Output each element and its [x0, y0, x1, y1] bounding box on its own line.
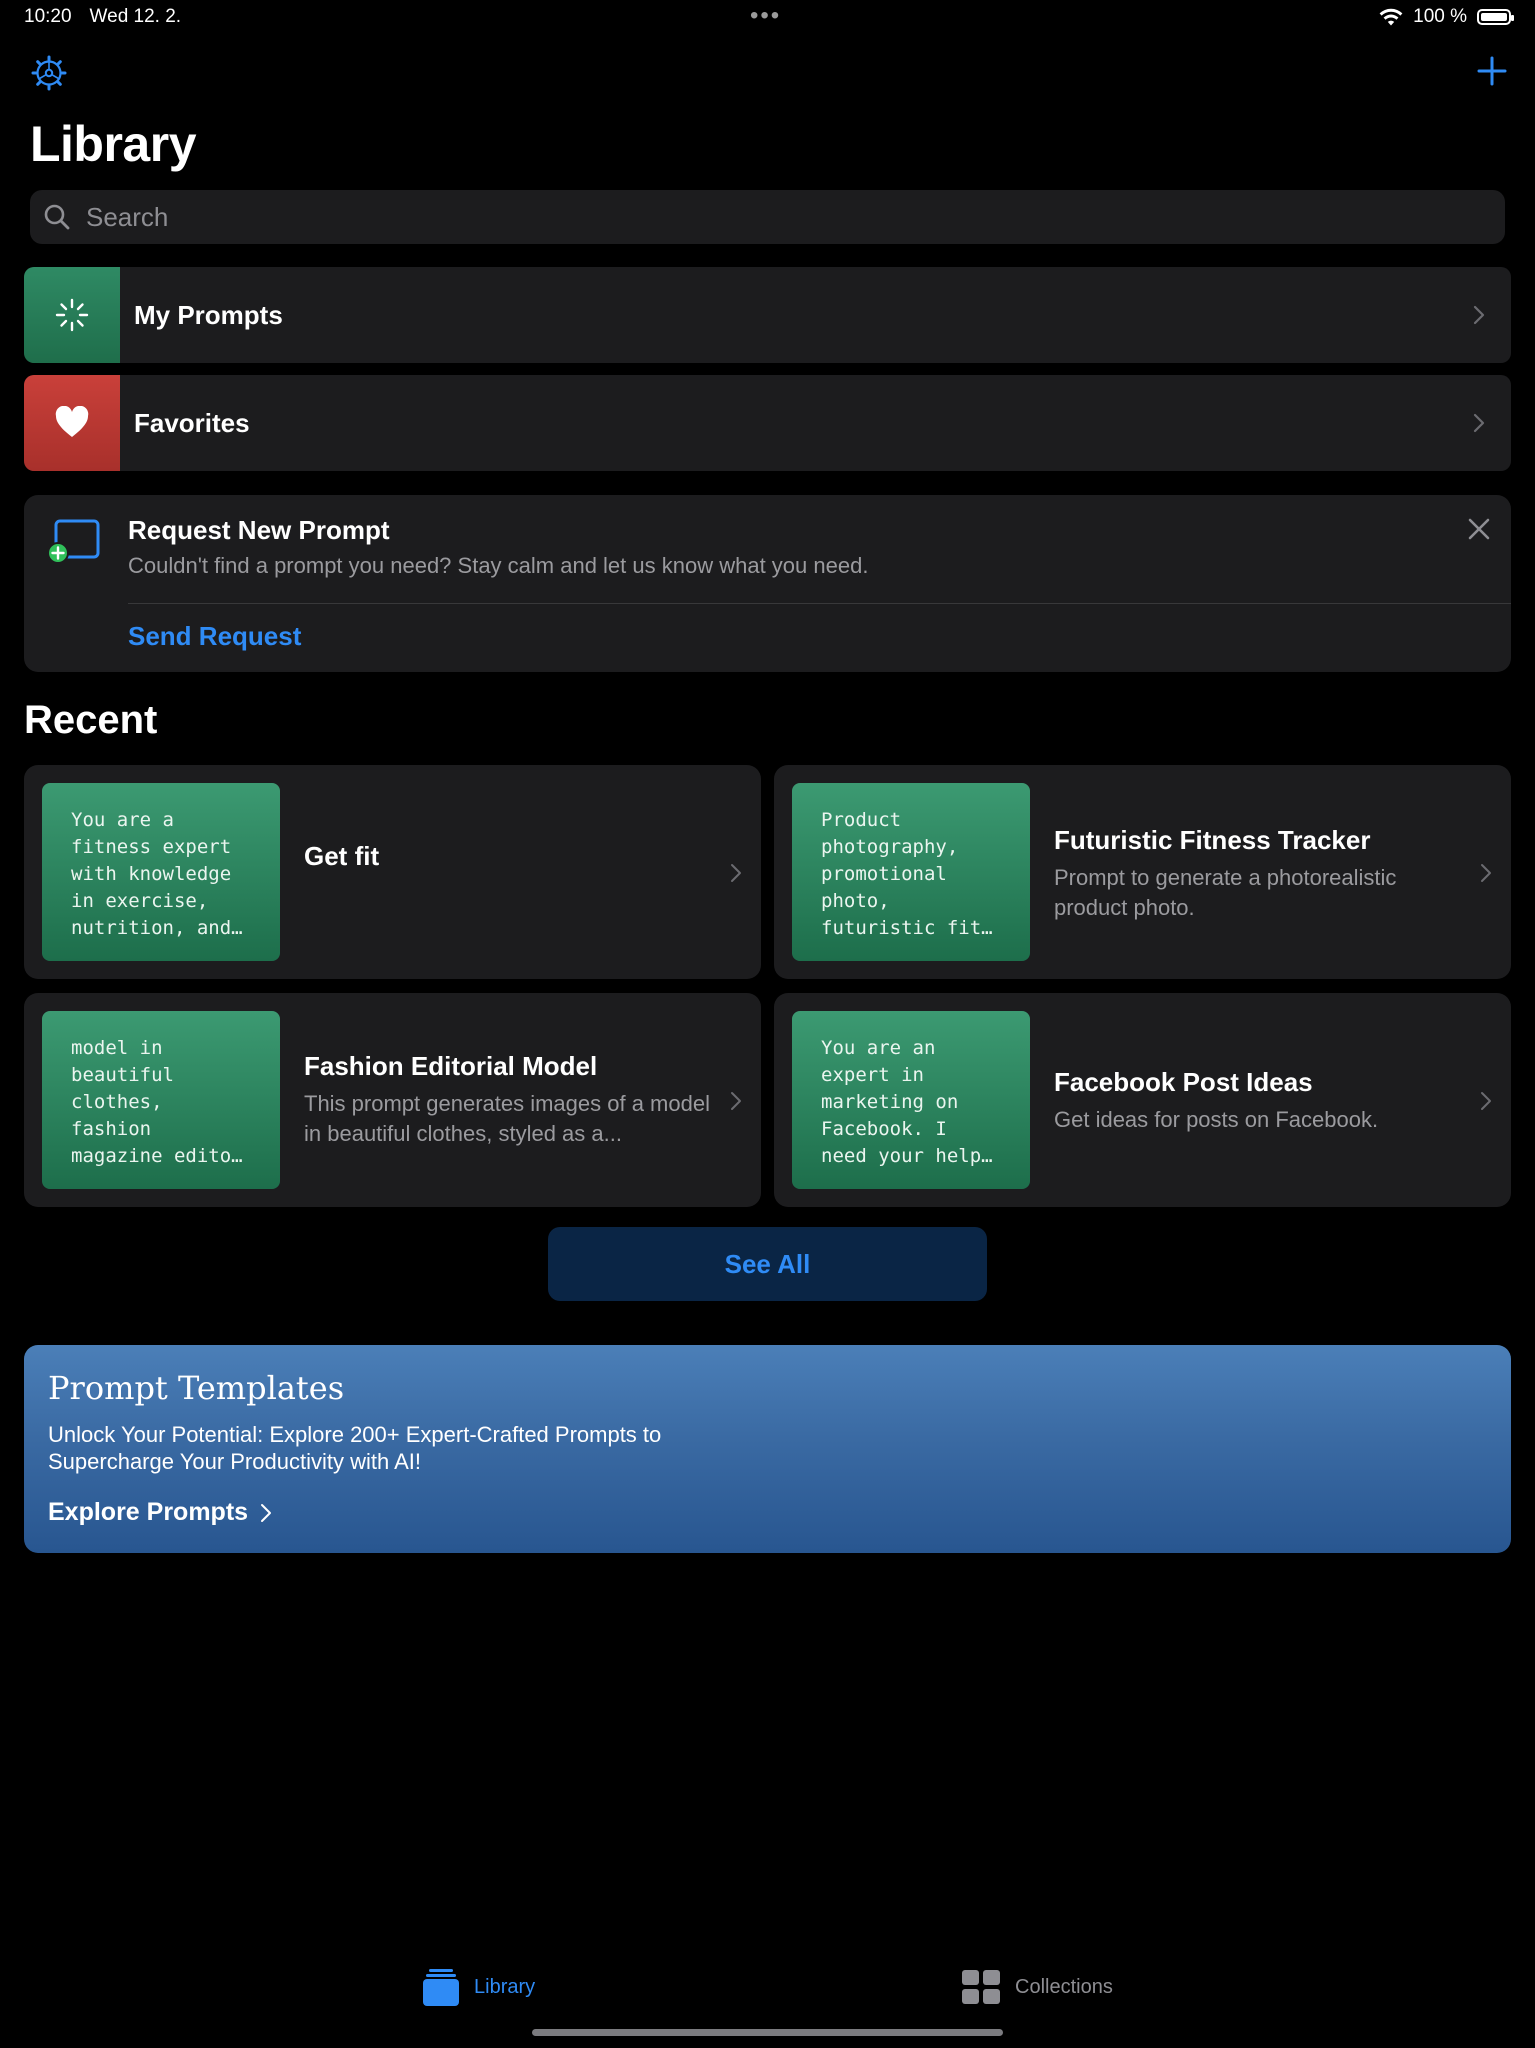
status-time: 10:20	[24, 6, 72, 27]
prompt-preview: Product photography, promotional photo, …	[792, 783, 1030, 961]
recent-card-get-fit[interactable]: You are a fitness expert with knowledge …	[24, 765, 761, 979]
card-description: Prompt to generate a photorealistic prod…	[1054, 865, 1397, 920]
card-title: Get fit	[304, 841, 380, 871]
explore-prompts-label: Explore Prompts	[48, 1498, 249, 1526]
battery-percentage: 100 %	[1413, 6, 1467, 27]
request-description: Couldn't find a prompt you need? Stay ca…	[128, 553, 869, 578]
collections-icon	[962, 1970, 1000, 2004]
send-request-button[interactable]: Send Request	[128, 621, 301, 652]
explore-prompts-button[interactable]: Explore Prompts	[48, 1498, 272, 1527]
request-prompt-icon	[47, 519, 100, 564]
templates-title: Prompt Templates	[48, 1369, 345, 1407]
row-label-favorites: Favorites	[134, 407, 250, 438]
tab-collections[interactable]: Collections	[961, 1969, 1113, 2005]
close-icon[interactable]	[1465, 515, 1493, 543]
prompt-preview: You are an expert in marketing on Facebo…	[792, 1011, 1030, 1189]
templates-description: Unlock Your Potential: Explore 200+ Expe…	[48, 1422, 662, 1474]
card-description: This prompt generates images of a model …	[304, 1091, 710, 1146]
prompt-templates-banner[interactable]: Prompt Templates Unlock Your Potential: …	[24, 1345, 1511, 1553]
battery-icon	[1477, 9, 1514, 25]
tab-label-collections: Collections	[1015, 1975, 1113, 1998]
divider	[128, 603, 1511, 604]
card-description: Get ideas for posts on Facebook.	[1054, 1107, 1379, 1132]
status-bar-left: 10:20 Wed 12. 2.	[24, 6, 181, 28]
row-my-prompts[interactable]: My Prompts	[24, 267, 1511, 363]
tab-library[interactable]: Library	[422, 1967, 535, 2007]
chevron-right-icon	[261, 1503, 272, 1522]
chevron-right-icon	[1481, 1092, 1491, 1110]
home-indicator[interactable]	[532, 2029, 1003, 2036]
chevron-right-icon	[1473, 413, 1485, 433]
multitasking-dots-icon[interactable]: •••	[750, 4, 781, 28]
chevron-right-icon	[731, 864, 741, 882]
search-bar[interactable]	[30, 190, 1505, 244]
wifi-icon	[1379, 8, 1403, 26]
chevron-right-icon	[1473, 305, 1485, 325]
prompt-preview: model in beautiful clothes, fashion maga…	[42, 1011, 280, 1189]
status-date: Wed 12. 2.	[89, 6, 182, 27]
card-title: Fashion Editorial Model	[304, 1051, 598, 1081]
chevron-right-icon	[1481, 864, 1491, 882]
settings-gear-icon[interactable]	[30, 54, 68, 92]
row-favorites[interactable]: Favorites	[24, 375, 1511, 471]
sparkle-icon	[55, 298, 89, 332]
tab-bar: Library Collections	[0, 1955, 1535, 2025]
recent-card-futuristic-fitness-tracker[interactable]: Product photography, promotional photo, …	[774, 765, 1511, 979]
favorites-tile	[24, 375, 120, 471]
request-title: Request New Prompt	[128, 515, 390, 545]
recent-card-facebook-post-ideas[interactable]: You are an expert in marketing on Facebo…	[774, 993, 1511, 1207]
recent-heading: Recent	[24, 698, 158, 742]
card-title: Facebook Post Ideas	[1054, 1067, 1313, 1097]
tab-label-library: Library	[474, 1975, 536, 1998]
library-icon	[423, 1969, 459, 2006]
request-new-prompt-card: Request New Prompt Couldn't find a promp…	[24, 495, 1511, 672]
search-input[interactable]	[84, 200, 1468, 234]
search-icon	[44, 204, 70, 230]
see-all-button[interactable]: See All	[548, 1227, 987, 1301]
page-title: Library	[30, 116, 197, 172]
recent-card-fashion-editorial-model[interactable]: model in beautiful clothes, fashion maga…	[24, 993, 761, 1207]
row-label-my-prompts: My Prompts	[134, 299, 283, 330]
status-bar-right: 100 %	[1379, 6, 1514, 28]
add-plus-icon[interactable]	[1471, 50, 1513, 92]
heart-icon	[55, 406, 89, 437]
my-prompts-tile	[24, 267, 120, 363]
chevron-right-icon	[731, 1092, 741, 1110]
prompt-preview: You are a fitness expert with knowledge …	[42, 783, 280, 961]
card-title: Futuristic Fitness Tracker	[1054, 825, 1371, 855]
